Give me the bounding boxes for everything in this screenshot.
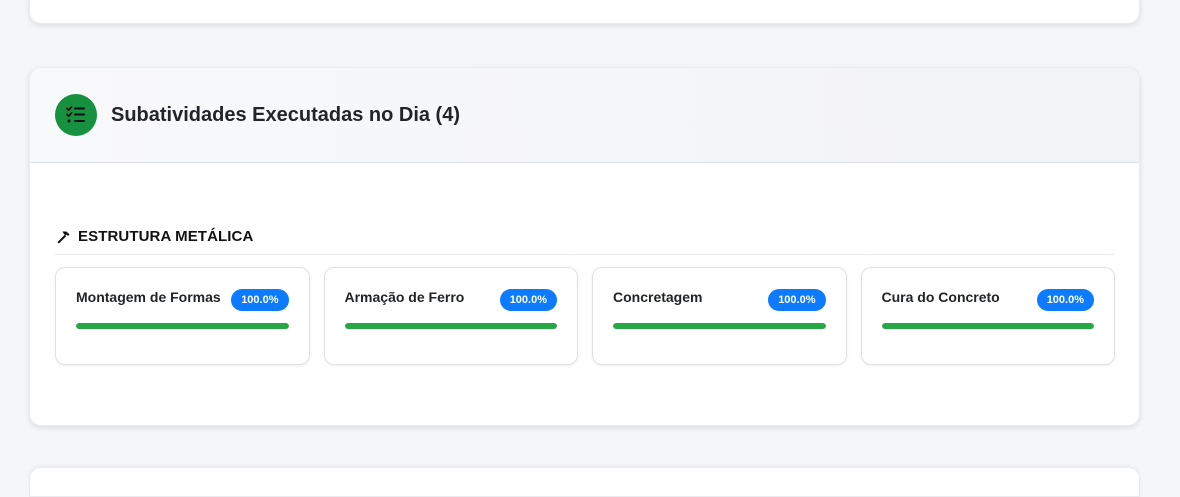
task-list-icon: [55, 94, 97, 136]
progress-bar: [344, 323, 557, 329]
progress-bar: [613, 323, 826, 329]
subactivity-card[interactable]: Montagem de Formas 100.0%: [55, 267, 310, 365]
subactivity-name: Montagem de Formas: [76, 289, 221, 305]
previous-card: [29, 0, 1140, 24]
subactivity-card[interactable]: Cura do Concreto 100.0%: [860, 267, 1115, 365]
subactivity-name: Concretagem: [613, 289, 703, 305]
progress-bar: [881, 323, 1094, 329]
subactivity-grid: Montagem de Formas 100.0% Armação de Fer…: [55, 267, 1115, 365]
progress-fill: [344, 323, 557, 329]
subactivity-name: Armação de Ferro: [344, 289, 465, 305]
progress-fill: [76, 323, 289, 329]
subactivity-card[interactable]: Armação de Ferro 100.0%: [323, 267, 578, 365]
subactivity-name: Cura do Concreto: [881, 289, 1000, 305]
progress-badge: 100.0%: [1036, 289, 1094, 311]
progress-badge: 100.0%: [231, 289, 289, 311]
progress-fill: [613, 323, 826, 329]
progress-fill: [881, 323, 1094, 329]
progress-badge: 100.0%: [499, 289, 557, 311]
group-header: ESTRUTURA METÁLICA: [55, 225, 1115, 255]
card-title: Subatividades Executadas no Dia (4): [111, 103, 460, 126]
group-title: ESTRUTURA METÁLICA: [78, 228, 254, 245]
progress-badge: 100.0%: [768, 289, 826, 311]
card-header: Subatividades Executadas no Dia (4): [30, 68, 1139, 163]
next-card: [29, 467, 1140, 497]
subactivities-card: Subatividades Executadas no Dia (4) ESTR…: [29, 67, 1140, 426]
subactivity-card[interactable]: Concretagem 100.0%: [592, 267, 847, 365]
progress-bar: [76, 323, 289, 329]
hammer-icon: [55, 228, 73, 246]
